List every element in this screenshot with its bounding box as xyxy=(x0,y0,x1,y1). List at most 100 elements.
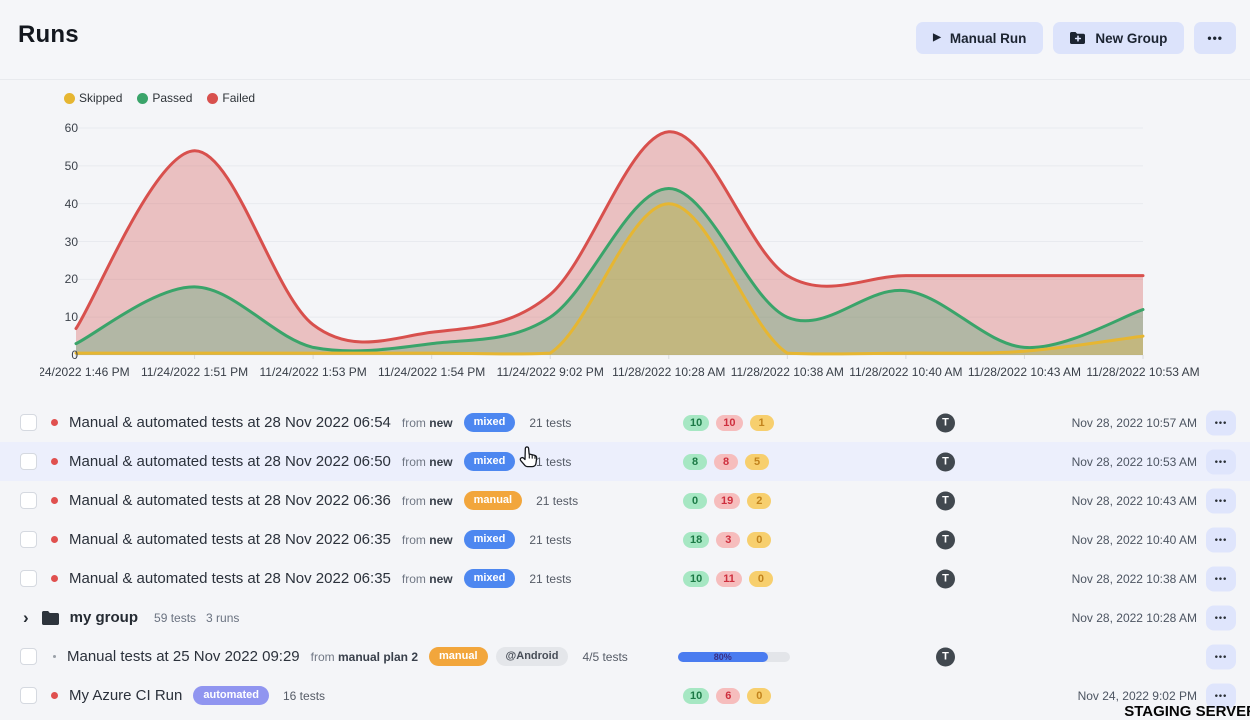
run-row[interactable]: Manual & automated tests at 28 Nov 2022 … xyxy=(0,442,1250,481)
run-date: Nov 28, 2022 10:43 AM xyxy=(1072,494,1197,508)
skipped-count-pill: 1 xyxy=(750,415,774,431)
row-more-button[interactable]: ••• xyxy=(1206,566,1236,591)
failed-count-pill: 6 xyxy=(716,688,740,704)
row-checkbox[interactable] xyxy=(20,531,37,548)
run-title[interactable]: Manual & automated tests at 28 Nov 2022 … xyxy=(69,570,391,587)
run-badges: manual @Android xyxy=(429,647,568,665)
y-tick-label: 30 xyxy=(40,235,78,249)
result-counts: 1060 xyxy=(683,688,771,704)
run-row[interactable]: Manual tests at 25 Nov 2022 09:29 from m… xyxy=(0,637,1250,676)
avatar: T xyxy=(936,452,955,471)
badge-mixed: mixed xyxy=(464,452,516,470)
row-checkbox[interactable] xyxy=(20,453,37,470)
result-counts: 1830 xyxy=(683,532,771,548)
y-tick-label: 50 xyxy=(40,159,78,173)
group-runs-count: 3 runs xyxy=(206,611,239,625)
more-icon: ••• xyxy=(1207,31,1223,45)
run-title[interactable]: Manual & automated tests at 28 Nov 2022 … xyxy=(69,492,391,509)
skipped-count-pill: 2 xyxy=(747,493,771,509)
legend-item-passed: Passed xyxy=(137,91,192,105)
tests-count-label: 16 tests xyxy=(283,689,325,703)
run-row[interactable]: Manual & automated tests at 28 Nov 2022 … xyxy=(0,403,1250,442)
row-checkbox[interactable] xyxy=(20,648,37,665)
avatar: T xyxy=(936,530,955,549)
run-badges: mixed xyxy=(464,452,516,470)
row-more-button[interactable]: ••• xyxy=(1206,605,1236,630)
failed-count-pill: 19 xyxy=(714,493,740,509)
run-row[interactable]: My Azure CI Run automated 16 tests 1060 … xyxy=(0,676,1250,715)
row-checkbox[interactable] xyxy=(20,492,37,509)
chevron-right-icon[interactable]: › xyxy=(23,609,29,626)
y-tick-label: 10 xyxy=(40,310,78,324)
run-title[interactable]: Manual & automated tests at 28 Nov 2022 … xyxy=(69,453,391,470)
status-dot xyxy=(51,419,58,426)
skipped-count-pill: 0 xyxy=(749,571,773,587)
avatar: T xyxy=(936,569,955,588)
group-row[interactable]: › my group 59 tests 3 runs Nov 28, 2022 … xyxy=(0,598,1250,637)
x-tick-label: 11/24/2022 1:46 PM xyxy=(40,365,130,379)
skipped-count-pill: 0 xyxy=(747,532,771,548)
run-row[interactable]: Manual & automated tests at 28 Nov 2022 … xyxy=(0,520,1250,559)
tests-count-label: 21 tests xyxy=(529,455,571,469)
run-date: Nov 28, 2022 10:57 AM xyxy=(1072,416,1197,430)
badge-manual: manual xyxy=(429,647,488,665)
tests-count-label: 21 tests xyxy=(529,533,571,547)
run-row[interactable]: Manual & automated tests at 28 Nov 2022 … xyxy=(0,559,1250,598)
failed-count-pill: 8 xyxy=(714,454,738,470)
row-more-button[interactable]: ••• xyxy=(1206,488,1236,513)
run-row[interactable]: Manual & automated tests at 28 Nov 2022 … xyxy=(0,481,1250,520)
run-badges: mixed xyxy=(464,569,516,587)
legend-label: Failed xyxy=(222,91,255,105)
chart-x-axis: 11/24/2022 1:46 PM 11/24/2022 1:51 PM 11/2… xyxy=(40,363,1250,383)
row-more-button[interactable]: ••• xyxy=(1206,410,1236,435)
row-more-button[interactable]: ••• xyxy=(1206,449,1236,474)
result-counts: 10110 xyxy=(683,571,773,587)
passed-count-pill: 10 xyxy=(683,571,709,587)
status-dot xyxy=(51,692,58,699)
badge-mixed: mixed xyxy=(464,569,516,587)
tests-count-label: 21 tests xyxy=(536,494,578,508)
x-tick-label: 11/28/2022 10:38 AM xyxy=(731,365,844,379)
group-date: Nov 28, 2022 10:28 AM xyxy=(1072,611,1197,625)
run-title[interactable]: Manual & automated tests at 28 Nov 2022 … xyxy=(69,531,391,548)
progress-label: 80% xyxy=(678,651,768,663)
manual-run-button[interactable]: ▶ Manual Run xyxy=(916,22,1043,54)
run-badges: mixed xyxy=(464,413,516,431)
avatar: T xyxy=(936,413,955,432)
failed-count-pill: 3 xyxy=(716,532,740,548)
avatar: T xyxy=(936,647,955,666)
run-title[interactable]: Manual & automated tests at 28 Nov 2022 … xyxy=(69,414,391,431)
new-group-button[interactable]: New Group xyxy=(1053,22,1184,54)
header-more-button[interactable]: ••• xyxy=(1194,22,1236,54)
y-tick-label: 40 xyxy=(40,197,78,211)
legend-label: Passed xyxy=(152,91,192,105)
header-actions: ▶ Manual Run New Group ••• xyxy=(916,22,1236,54)
tests-count-label: 21 tests xyxy=(529,572,571,586)
result-counts: 10101 xyxy=(683,415,774,431)
run-title[interactable]: Manual tests at 25 Nov 2022 09:29 xyxy=(67,648,300,665)
tests-count-label: 4/5 tests xyxy=(582,650,627,664)
row-more-button[interactable]: ••• xyxy=(1206,527,1236,552)
x-tick-label: 11/24/2022 1:51 PM xyxy=(141,365,248,379)
row-checkbox[interactable] xyxy=(20,414,37,431)
run-badges: manual xyxy=(464,491,523,509)
run-source: from manual plan 2 xyxy=(311,650,418,664)
chart-legend: SkippedPassedFailed xyxy=(64,91,255,105)
result-counts: 885 xyxy=(683,454,769,470)
failed-count-pill: 10 xyxy=(716,415,742,431)
row-checkbox[interactable] xyxy=(20,687,37,704)
status-dot xyxy=(53,655,56,658)
passed-count-pill: 8 xyxy=(683,454,707,470)
row-more-button[interactable]: ••• xyxy=(1206,644,1236,669)
badge--android: @Android xyxy=(496,647,569,665)
group-name[interactable]: my group xyxy=(70,609,138,626)
run-badges: mixed xyxy=(464,530,516,548)
folder-icon xyxy=(42,611,59,625)
row-checkbox[interactable] xyxy=(20,570,37,587)
x-tick-label: 11/24/2022 9:02 PM xyxy=(497,365,604,379)
run-title[interactable]: My Azure CI Run xyxy=(69,687,182,704)
tests-count-label: 21 tests xyxy=(529,416,571,430)
run-source: from new xyxy=(402,416,453,430)
x-tick-label: 11/28/2022 10:40 AM xyxy=(849,365,962,379)
status-dot xyxy=(51,575,58,582)
